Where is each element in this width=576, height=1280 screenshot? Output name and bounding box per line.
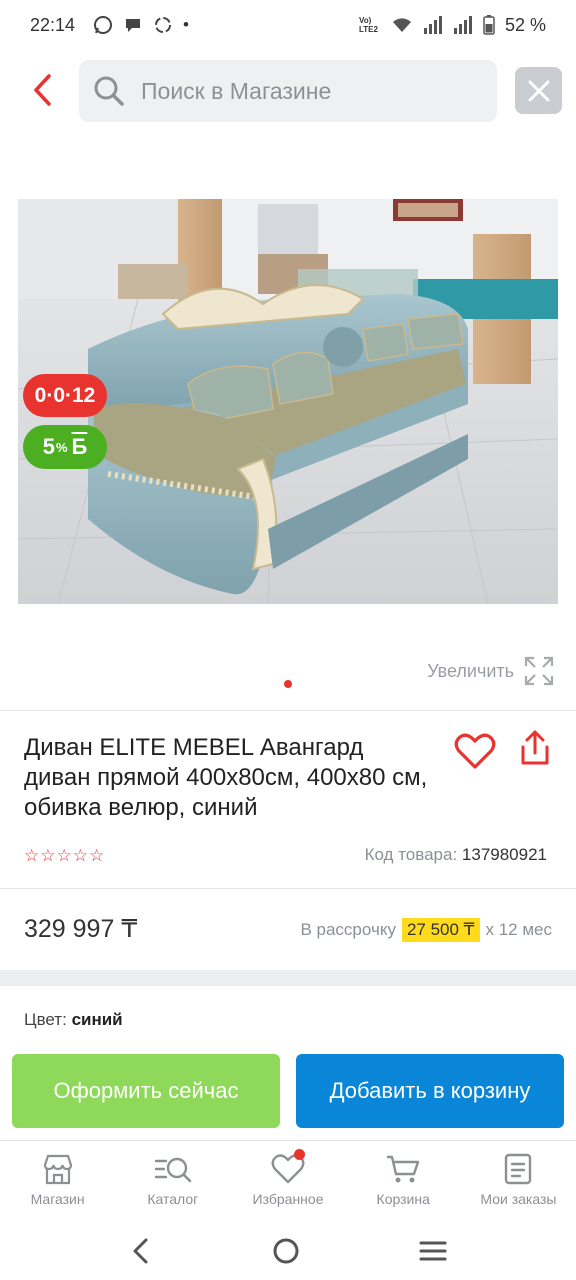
system-nav-bar [0,1222,576,1280]
system-back-icon[interactable] [129,1237,153,1265]
nav-item-cart[interactable]: Корзина [346,1141,461,1220]
share-icon [521,730,549,765]
bottom-nav: Магазин Каталог Избранное Корзина Мои за… [0,1140,576,1220]
close-icon [528,80,549,101]
network-label: Vo) LTE2 [358,16,378,34]
divider [0,710,576,711]
color-label: Цвет: [24,1010,67,1029]
search-icon [94,76,124,106]
divider [0,888,576,889]
search-header: Поиск в Магазине [0,58,576,124]
star-icon: ☆ [56,846,72,865]
nav-label-catalog: Каталог [147,1191,199,1207]
nav-item-favorites[interactable]: Избранное [230,1141,345,1220]
wifi-icon [392,18,411,32]
status-right: Vo) LTE2 52 % [359,15,546,36]
cart-icon [387,1155,420,1183]
catalog-search-icon [154,1157,192,1183]
nav-label-cart: Корзина [376,1191,430,1207]
star-icon: ☆ [89,846,105,865]
nav-label-store: Магазин [30,1191,85,1207]
nav-label-orders: Мои заказы [480,1191,557,1207]
orders-icon [505,1153,532,1185]
product-code-label: Код товара: [364,845,458,864]
whatsapp-icon [94,16,113,34]
signal-icon-2 [453,16,472,34]
zoom-label: Увеличить [427,660,514,681]
installment-amount: 27 500 ₸ [401,918,480,942]
section-separator [0,970,576,986]
chat-bubble-icon [126,19,141,32]
star-icon: ☆ [72,846,88,865]
color-selector[interactable]: Цвет: синий [24,1010,123,1030]
nav-item-catalog[interactable]: Каталог [115,1141,230,1220]
product-price: 329 997 ₸ [24,915,138,943]
share-button[interactable] [515,729,555,769]
favorite-button[interactable] [454,732,496,770]
signal-icon [423,16,442,34]
status-time: 22:14 [30,14,76,35]
gallery-page-indicator [284,680,292,688]
bonus-badge: 5% Б [23,425,107,469]
product-code: Код товара: 137980921 [365,845,547,865]
star-icon: ☆ [40,846,56,865]
battery-percent: 52 % [504,14,546,35]
nav-label-favorites: Избранное [252,1191,324,1207]
notification-dot: • [183,15,189,34]
star-icon: ☆ [24,846,40,865]
notification-icons: • [93,15,189,35]
nav-item-store[interactable]: Магазин [0,1141,115,1220]
battery-icon [483,15,495,35]
zoom-button[interactable]: Увеличить [427,656,554,686]
heart-icon [454,733,496,769]
system-home-icon[interactable] [271,1236,301,1266]
color-value: синий [71,1010,123,1029]
installment-suffix: x 12 мес [485,920,553,939]
back-button[interactable] [24,72,60,108]
installment-badge: 0·0·12 [23,374,107,417]
recycle-icon [155,17,172,33]
store-icon [43,1154,72,1185]
bonus-letter: Б [71,434,88,459]
search-placeholder: Поиск в Магазине [141,77,332,104]
installment-info[interactable]: В рассрочку 27 500 ₸ x 12 мес [300,918,552,942]
chevron-left-icon [34,74,51,106]
bonus-value: 5 [42,434,55,459]
product-title: Диван ELITE MEBEL Авангард диван прямой … [24,734,428,821]
buy-now-button[interactable]: Оформить сейчас [12,1054,280,1128]
product-code-value: 137980921 [461,845,547,864]
close-button[interactable] [515,67,562,114]
nav-item-orders[interactable]: Мои заказы [461,1141,576,1220]
add-to-cart-button[interactable]: Добавить в корзину [296,1054,564,1128]
bonus-percent: % [55,439,68,455]
expand-icon [524,656,554,686]
installment-prefix: В рассрочку [300,920,396,939]
system-recents-icon[interactable] [419,1239,447,1263]
search-input[interactable]: Поиск в Магазине [79,60,497,122]
status-bar: 22:14 • Vo) LTE2 52 % [0,0,576,50]
rating-stars[interactable]: ☆ ☆ ☆ ☆ ☆ [24,846,104,866]
